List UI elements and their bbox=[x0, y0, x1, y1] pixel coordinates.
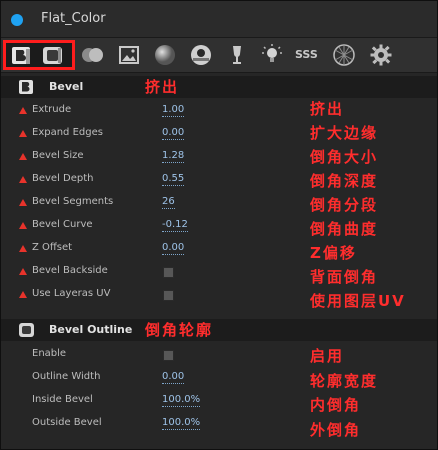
sss-icon[interactable]: SSS bbox=[295, 48, 321, 72]
z-offset-note: Z偏移 bbox=[310, 244, 357, 262]
outside-bevel-row: Outside Bevel 100.0% bbox=[1, 413, 437, 435]
bevel-section-header[interactable]: Bevel bbox=[1, 76, 437, 98]
bevel-curve-label: Bevel Curve bbox=[32, 219, 93, 230]
expand-edges-value[interactable]: 0.00 bbox=[162, 127, 185, 140]
enable-row: Enable bbox=[1, 344, 437, 366]
bevel-depth-value[interactable]: 0.55 bbox=[162, 173, 185, 186]
bevel-outline-annotation: 倒角轮廓 bbox=[145, 321, 214, 339]
sphere-icon[interactable] bbox=[153, 43, 177, 67]
use-layer-uv-checkbox[interactable] bbox=[163, 290, 174, 301]
gear-icon[interactable] bbox=[369, 43, 393, 67]
use-layer-uv-label: Use Layeras UV bbox=[32, 288, 111, 299]
enable-note: 启用 bbox=[310, 347, 345, 365]
color-dot-icon bbox=[11, 14, 23, 26]
required-marker-icon bbox=[19, 222, 27, 229]
window-title: Flat_Color bbox=[41, 11, 106, 26]
required-marker-icon bbox=[19, 130, 27, 137]
bevel-cap-icon[interactable] bbox=[10, 44, 34, 68]
extrude-note: 挤出 bbox=[310, 100, 345, 118]
bevel-size-value[interactable]: 1.28 bbox=[162, 150, 185, 163]
required-marker-icon bbox=[19, 153, 27, 160]
z-offset-row: Z Offset 0.00 bbox=[1, 238, 437, 260]
outline-width-value[interactable]: 0.00 bbox=[162, 371, 185, 384]
title-bar: Flat_Color bbox=[1, 1, 437, 37]
inside-bevel-value[interactable]: 100.0% bbox=[162, 394, 201, 407]
bevel-curve-value[interactable]: -0.12 bbox=[162, 219, 188, 232]
expand-edges-label: Expand Edges bbox=[32, 127, 103, 138]
required-marker-icon bbox=[19, 291, 27, 298]
extrude-value[interactable]: 1.00 bbox=[162, 104, 185, 117]
bevel-curve-note: 倒角曲度 bbox=[310, 220, 379, 238]
bevel-size-note: 倒角大小 bbox=[310, 148, 379, 166]
bevel-outline-section-title: Bevel Outline bbox=[49, 323, 133, 336]
bevel-segments-note: 倒角分段 bbox=[310, 196, 379, 214]
required-marker-icon bbox=[19, 199, 27, 206]
eye-sphere-icon[interactable] bbox=[189, 43, 213, 67]
inside-bevel-note: 内倒角 bbox=[310, 396, 362, 414]
z-offset-label: Z Offset bbox=[32, 242, 73, 253]
inside-bevel-row: Inside Bevel 100.0% bbox=[1, 390, 437, 412]
outside-bevel-value[interactable]: 100.0% bbox=[162, 417, 201, 430]
effect-panel: Flat_Color SSS Bevel 挤出 Extrude 1.00 挤出 … bbox=[0, 0, 438, 450]
enable-label: Enable bbox=[32, 348, 67, 359]
bevel-segments-value[interactable]: 26 bbox=[162, 196, 175, 209]
glass-icon[interactable] bbox=[225, 43, 249, 67]
required-marker-icon bbox=[19, 176, 27, 183]
spheres-icon[interactable] bbox=[81, 43, 105, 67]
use-layer-uv-note: 使用图层UV bbox=[310, 292, 406, 310]
enable-checkbox[interactable] bbox=[163, 350, 174, 361]
bevel-section-annotation: 挤出 bbox=[145, 78, 180, 96]
bevel-cap-icon bbox=[19, 80, 33, 94]
bevel-depth-note: 倒角深度 bbox=[310, 172, 379, 190]
expand-edges-note: 扩大边缘 bbox=[310, 124, 379, 142]
bevel-backside-label: Bevel Backside bbox=[32, 265, 108, 276]
bevel-segments-label: Bevel Segments bbox=[32, 196, 114, 207]
image-icon[interactable] bbox=[117, 43, 141, 67]
outside-bevel-note: 外倒角 bbox=[310, 421, 362, 439]
outside-bevel-label: Outside Bevel bbox=[32, 417, 102, 428]
bevel-outline-section-header[interactable]: Bevel Outline bbox=[1, 319, 437, 341]
hex-sphere-icon[interactable] bbox=[332, 43, 356, 67]
bevel-backside-checkbox[interactable] bbox=[163, 267, 174, 278]
extrude-row: Extrude 1.00 bbox=[1, 100, 437, 122]
required-marker-icon bbox=[19, 245, 27, 252]
required-marker-icon bbox=[19, 107, 27, 114]
extrude-label: Extrude bbox=[32, 104, 72, 115]
bevel-outline-icon[interactable] bbox=[41, 44, 65, 68]
inside-bevel-label: Inside Bevel bbox=[32, 394, 93, 405]
outline-width-label: Outline Width bbox=[32, 371, 101, 382]
required-marker-icon bbox=[19, 268, 27, 275]
bevel-size-label: Bevel Size bbox=[32, 150, 84, 161]
z-offset-value[interactable]: 0.00 bbox=[162, 242, 185, 255]
bevel-depth-label: Bevel Depth bbox=[32, 173, 94, 184]
outline-width-note: 轮廓宽度 bbox=[310, 372, 379, 390]
bevel-section-title: Bevel bbox=[49, 80, 84, 93]
bulb-icon[interactable] bbox=[260, 43, 284, 67]
effect-toolbar: SSS bbox=[1, 37, 437, 73]
bevel-outline-icon bbox=[19, 323, 34, 337]
